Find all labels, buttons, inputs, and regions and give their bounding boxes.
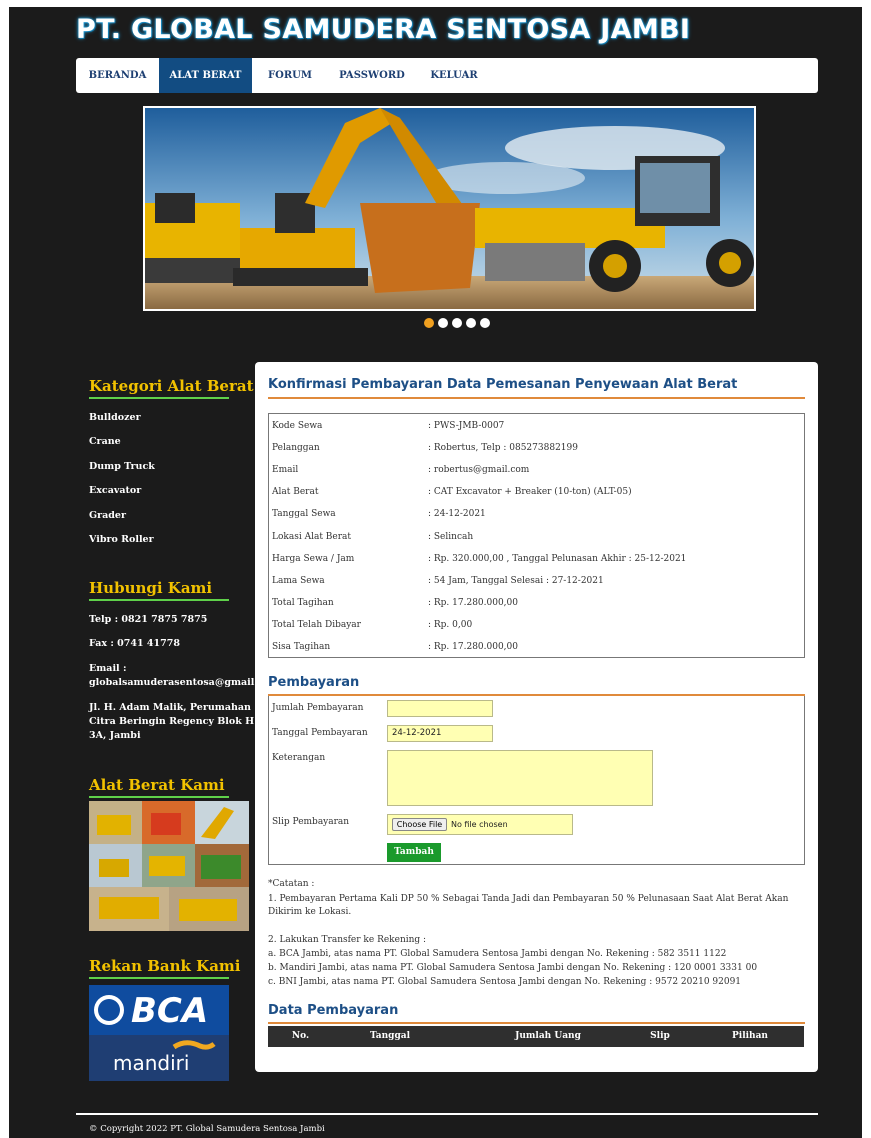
page-title: Konfirmasi Pembayaran Data Pemesanan Pen… [268,377,738,392]
column-header-jumlah-uang: Jumlah Uang [515,1031,581,1041]
info-value: : Selincah [428,532,474,542]
info-value: : CAT Excavator + Breaker (10-ton) (ALT-… [428,487,632,497]
info-label: Tanggal Sewa [272,509,336,519]
kategori-item-bulldozer[interactable]: Bulldozer [89,411,141,424]
info-label: Total Telah Dibayar [272,620,361,630]
kategori-item-grader[interactable]: Grader [89,509,126,522]
jumlah-label: Jumlah Pembayaran [272,703,364,713]
column-header-tanggal: Tanggal [369,1031,411,1041]
info-value: : Robertus, Telp : 085273882199 [428,443,578,453]
info-value: : robertus@gmail.com [428,465,530,475]
contact-email: globalsamuderasentosa@gmail.com [89,677,280,688]
info-label: Sisa Tagihan [272,642,331,652]
bank-account-mandiri: b. Mandiri Jambi, atas nama PT. Global S… [268,963,758,973]
site-title: PT. GLOBAL SAMUDERA SENTOSA JAMBI [76,14,691,45]
catatan-point-2: 2. Lakukan Transfer ke Rekening : [268,935,427,945]
column-header-no: No. [291,1031,310,1041]
file-status: No file chosen [451,820,508,829]
slider-dot-3[interactable] [452,318,462,328]
info-value: : Rp. 0,00 [428,620,473,630]
slip-label: Slip Pembayaran [272,817,350,827]
footer-divider [76,1113,818,1115]
info-value: : Rp. 17.280.000,00 [428,598,518,608]
hubungi-underline [89,599,229,601]
banner-image [145,108,754,309]
contact-email-label: Email : [89,663,127,674]
slider-dot-5[interactable] [480,318,490,328]
info-label: Harga Sewa / Jam [272,554,355,564]
nav-item-keluar[interactable]: KELUAR [424,58,484,93]
catatan-label: *Catatan : [268,879,315,889]
pembayaran-heading: Pembayaran [268,675,360,690]
mandiri-logo-text: mandiri [113,1051,190,1075]
jumlah-pembayaran-input[interactable] [387,700,493,717]
slider-dot-1[interactable] [424,318,434,328]
column-header-pilihan: Pilihan [732,1031,768,1041]
info-value: : 54 Jam, Tanggal Selesai : 27-12-2021 [428,576,604,586]
tanggal-pembayaran-input[interactable]: 24-12-2021 [387,725,493,742]
nav-item-password[interactable]: PASSWORD [334,58,410,93]
nav-item-beranda[interactable]: BERANDA [76,58,159,93]
main-nav: BERANDA ALAT BERAT FORUM PASSWORD KELUAR [76,58,818,93]
data-pembayaran-divider [268,1022,805,1024]
bank-account-bca: a. BCA Jambi, atas nama PT. Global Samud… [268,949,727,959]
equipment-collage [89,801,249,931]
tambah-button[interactable]: Tambah [387,843,441,862]
info-label: Pelanggan [272,443,320,453]
contact-address-line-2: Citra Beringin Regency Blok H [89,716,255,727]
bank-logos: BCA mandiri [89,985,229,1081]
nav-item-alat-berat[interactable]: ALAT BERAT [159,58,252,93]
keterangan-label: Keterangan [272,753,326,763]
bank-account-bni: c. BNI Jambi, atas nama PT. Global Samud… [268,977,742,987]
kategori-underline [89,397,229,399]
data-pembayaran-heading: Data Pembayaran [268,1003,399,1018]
contact-address-line-1: Jl. H. Adam Malik, Perumahan [89,702,251,713]
info-label: Alat Berat [272,487,319,497]
hubungi-heading: Hubungi Kami [89,579,213,597]
info-label: Email [272,465,299,475]
info-label: Total Tagihan [272,598,334,608]
info-label: Kode Sewa [272,421,323,431]
payment-table-header: No. Tanggal Jumlah Uang Slip Pilihan [268,1026,804,1047]
bca-logo-text: BCA [131,991,209,1031]
bank-underline [89,977,229,979]
kategori-heading: Kategori Alat Berat [89,377,254,395]
info-label: Lokasi Alat Berat [272,532,352,542]
kategori-item-dump-truck[interactable]: Dump Truck [89,460,155,473]
contact-telp: Telp : 0821 7875 7875 [89,614,208,625]
column-header-slip: Slip [650,1031,670,1041]
contact-address-line-3: 3A, Jambi [89,730,141,741]
title-divider [268,397,805,399]
info-value: : Rp. 17.280.000,00 [428,642,518,652]
equipment-collage-image [89,801,249,931]
tanggal-label: Tanggal Pembayaran [272,728,368,738]
footer-copyright: © Copyright 2022 PT. Global Samudera Sen… [89,1124,325,1134]
slider-dot-4[interactable] [466,318,476,328]
info-label: Lama Sewa [272,576,325,586]
kategori-item-vibro-roller[interactable]: Vibro Roller [89,533,154,546]
info-value: : 24-12-2021 [428,509,486,519]
alat-underline [89,796,229,798]
kategori-item-crane[interactable]: Crane [89,435,121,448]
info-value: : Rp. 320.000,00 , Tanggal Pelunasan Akh… [428,554,687,564]
nav-item-forum[interactable]: FORUM [262,58,318,93]
contact-fax: Fax : 0741 41778 [89,638,180,649]
alat-heading: Alat Berat Kami [89,776,225,794]
keterangan-textarea[interactable] [387,750,653,806]
info-value: : PWS-JMB-0007 [428,421,505,431]
choose-file-button[interactable]: Choose File [392,818,447,831]
kategori-item-excavator[interactable]: Excavator [89,484,141,497]
slider-dot-2[interactable] [438,318,448,328]
banner-slider [143,106,756,311]
catatan-point-1: 1. Pembayaran Pertama Kali DP 50 % Sebag… [268,894,789,917]
bank-heading: Rekan Bank Kami [89,957,241,975]
